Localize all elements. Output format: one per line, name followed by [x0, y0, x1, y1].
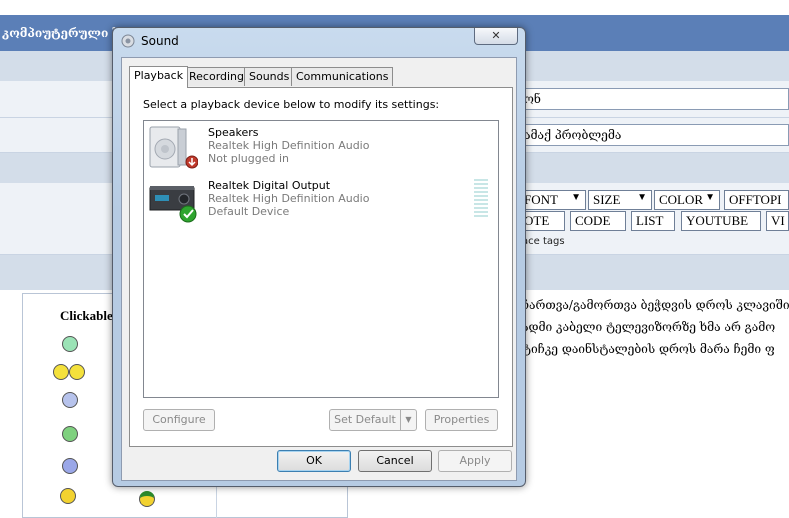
device-name: Speakers — [208, 126, 259, 139]
tab-recording[interactable]: Recording — [184, 67, 250, 86]
close-icon: ✕ — [491, 29, 501, 42]
device-item-digital-output[interactable]: Realtek Digital Output Realtek High Defi… — [144, 176, 498, 228]
description-input[interactable]: ამაქ პრობლემა — [519, 124, 789, 146]
tab-communications[interactable]: Communications — [291, 67, 394, 86]
configure-button[interactable]: Configure — [143, 409, 215, 431]
sound-app-icon — [121, 34, 135, 48]
cancel-button[interactable]: Cancel — [358, 450, 432, 472]
sound-dialog: Sound ✕ Playback Recording Sounds Commun… — [112, 27, 526, 487]
bbcode-list-button[interactable]: LIST — [631, 211, 675, 231]
dialog-body: Playback Recording Sounds Communications… — [121, 57, 517, 481]
smiley-icon[interactable] — [62, 392, 78, 408]
clickable-smilies-label: Clickable — [60, 308, 113, 323]
bbcode-offtopic-button[interactable]: OFFTOPI — [724, 190, 789, 210]
ok-button[interactable]: OK — [277, 450, 351, 472]
bbcode-color-select[interactable]: COLOR ▼ — [654, 190, 720, 210]
bbcode-code-button[interactable]: CODE — [570, 211, 626, 231]
tab-playback[interactable]: Playback — [129, 66, 189, 88]
smiley-icon[interactable] — [62, 426, 78, 442]
properties-button[interactable]: Properties — [425, 409, 498, 431]
post-text-line: ტიჩკე დაინსტალების დროს მარა ჩემი ფ — [522, 342, 775, 356]
forum-title: კომპიუტერული ს — [2, 26, 121, 40]
smiley-icon[interactable] — [62, 336, 78, 352]
bbcode-video-button[interactable]: VI — [766, 211, 789, 231]
device-status: Not plugged in — [208, 152, 290, 165]
tab-sounds[interactable]: Sounds — [244, 67, 295, 86]
bbcode-font-select[interactable]: FONT ▼ — [519, 190, 586, 210]
bbcode-hint: ace tags — [522, 236, 565, 247]
soldier-smiley-icon[interactable] — [139, 491, 155, 507]
smiley-icon[interactable] — [62, 458, 78, 474]
post-text-line: ჩართვა/გამორთვა ბეჭდვის დროს კლავიში — [522, 298, 789, 312]
post-text-line: ადმი კაბელი ტელევიზორზე ხმა არ გამო — [522, 320, 776, 334]
viking-smiley-icon[interactable] — [60, 488, 76, 504]
default-check-badge — [179, 205, 197, 223]
device-name: Realtek Digital Output — [208, 179, 331, 192]
device-driver: Realtek High Definition Audio — [208, 139, 370, 152]
set-default-label: Set Default — [334, 413, 396, 426]
dialog-title: Sound — [141, 34, 179, 48]
device-status: Default Device — [208, 205, 290, 218]
digital-output-icon — [149, 186, 197, 223]
speaker-icon — [149, 126, 198, 169]
subject-input[interactable]: ონ — [519, 88, 789, 110]
close-button[interactable]: ✕ — [474, 28, 518, 45]
smiley-icon[interactable] — [53, 364, 69, 380]
device-list[interactable]: Speakers Realtek High Definition Audio N… — [143, 120, 499, 398]
set-default-button[interactable]: Set Default ▼ — [329, 409, 417, 431]
chevron-down-icon[interactable]: ▼ — [400, 410, 416, 430]
apply-button[interactable]: Apply — [438, 450, 512, 472]
volume-meter — [474, 179, 488, 217]
bbcode-size-select[interactable]: SIZE ▼ — [588, 190, 652, 210]
instruction-text: Select a playback device below to modify… — [143, 98, 440, 111]
playback-panel: Select a playback device below to modify… — [129, 87, 513, 447]
device-item-speakers[interactable]: Speakers Realtek High Definition Audio N… — [144, 123, 498, 175]
smiley-icon[interactable] — [69, 364, 85, 380]
unplugged-badge — [185, 155, 198, 169]
bbcode-youtube-button[interactable]: YOUTUBE — [681, 211, 761, 231]
device-driver: Realtek High Definition Audio — [208, 192, 370, 205]
